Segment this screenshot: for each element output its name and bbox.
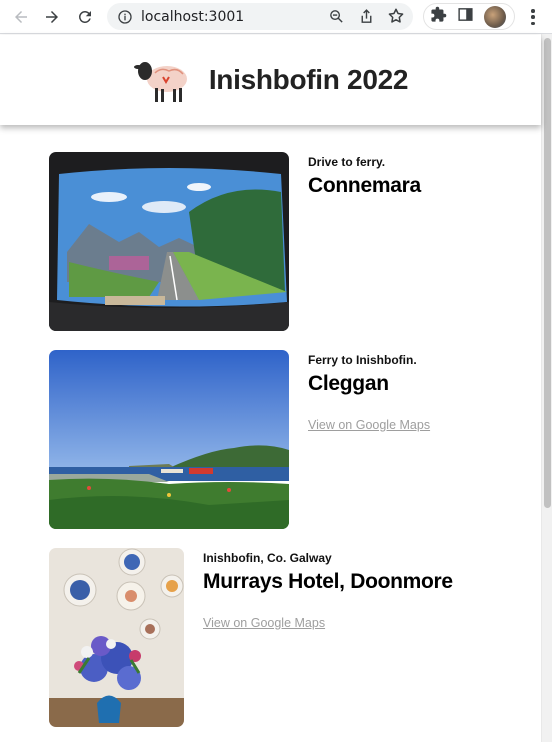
entry-title: Murrays Hotel, Doonmore — [203, 570, 453, 593]
arrow-right-icon — [46, 11, 58, 23]
arrow-left-icon — [15, 11, 27, 23]
entry-subtitle: Drive to ferry. — [308, 155, 386, 169]
browser-menu-button[interactable] — [524, 7, 542, 27]
murrays-hotel-photo — [49, 548, 184, 727]
extensions-area — [423, 3, 515, 30]
reload-button[interactable] — [71, 3, 99, 31]
address-bar[interactable]: localhost:3001 — [107, 3, 413, 30]
forward-button[interactable] — [38, 3, 66, 31]
connemara-photo — [49, 152, 289, 331]
sheep-logo-icon — [133, 62, 187, 102]
zoom-out-icon[interactable] — [327, 7, 345, 25]
cleggan-photo — [49, 350, 289, 529]
google-maps-link[interactable]: View on Google Maps — [308, 418, 430, 432]
site-header: Inishbofin 2022 — [0, 35, 541, 125]
page-scrollbar[interactable] — [541, 34, 552, 742]
itinerary-card-cleggan: Ferry to Inishbofin. Cleggan View on Goo… — [49, 350, 430, 529]
entry-title: Connemara — [308, 174, 421, 197]
scrollbar-thumb[interactable] — [544, 38, 551, 508]
extensions-puzzle-icon[interactable] — [430, 6, 447, 27]
entry-subtitle: Ferry to Inishbofin. — [308, 353, 417, 367]
entry-title: Cleggan — [308, 372, 389, 395]
card-text: Ferry to Inishbofin. Cleggan View on Goo… — [308, 350, 430, 529]
browser-toolbar: localhost:3001 — [0, 0, 552, 34]
entry-subtitle: Inishbofin, Co. Galway — [203, 551, 332, 565]
profile-avatar[interactable] — [484, 5, 506, 28]
card-text: Drive to ferry. Connemara — [308, 152, 421, 331]
back-button[interactable] — [7, 3, 35, 31]
url-text: localhost:3001 — [141, 8, 245, 25]
share-icon[interactable] — [357, 7, 375, 25]
card-text: Inishbofin, Co. Galway Murrays Hotel, Do… — [203, 548, 453, 727]
side-panel-icon[interactable] — [457, 6, 474, 27]
reload-icon — [78, 10, 91, 23]
page-title: Inishbofin 2022 — [208, 64, 409, 95]
itinerary-card-murrays-hotel: Inishbofin, Co. Galway Murrays Hotel, Do… — [49, 548, 453, 727]
bookmark-star-icon[interactable] — [387, 7, 405, 25]
info-icon[interactable] — [117, 9, 133, 25]
itinerary-card-connemara: Drive to ferry. Connemara — [49, 152, 421, 331]
google-maps-link[interactable]: View on Google Maps — [203, 616, 453, 630]
